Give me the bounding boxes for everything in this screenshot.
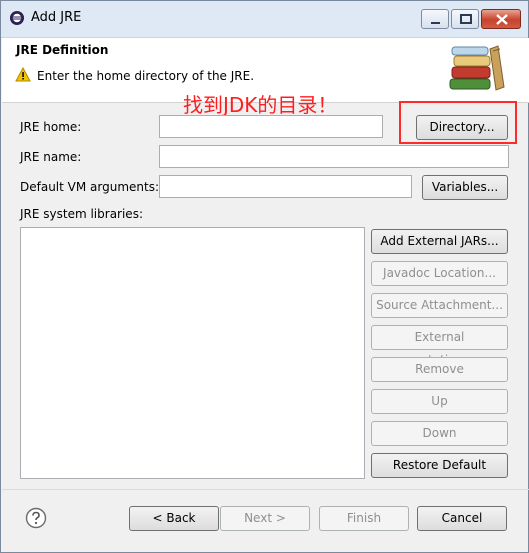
jre-home-input[interactable] [159,115,383,138]
finish-button[interactable]: Finish [319,506,409,531]
jre-name-label: JRE name: [20,150,82,164]
external-annotations-button[interactable]: External annotations... [371,325,508,367]
javadoc-location-button[interactable]: Javadoc Location... [371,261,508,286]
window-title: Add JRE [31,10,82,25]
title-bar[interactable]: Add JRE [1,1,528,38]
maximize-icon [460,14,472,24]
app-icon [10,11,24,25]
add-jre-dialog: Add JRE JRE Definition Enter the home di… [0,0,529,553]
footer-separator [2,489,529,490]
books-icon [449,45,505,91]
source-attachment-button[interactable]: Source Attachment... [371,293,508,318]
variables-button[interactable]: Variables... [422,175,508,200]
maximize-button[interactable] [451,9,479,29]
jre-name-input[interactable] [159,145,509,168]
add-external-jars-button[interactable]: Add External JARs... [371,229,508,254]
next-button[interactable]: Next > [220,506,310,531]
vm-args-label: Default VM arguments: [20,180,160,194]
minimize-button[interactable] [421,9,449,29]
remove-button[interactable]: Remove [371,357,508,382]
directory-button[interactable]: Directory... [416,115,508,140]
close-button[interactable] [481,9,521,29]
page-title: JRE Definition [16,43,109,57]
jre-home-label: JRE home: [20,120,82,134]
libraries-list[interactable] [20,227,365,479]
minimize-icon [431,22,440,24]
help-icon[interactable] [25,507,47,529]
cancel-button[interactable]: Cancel [417,506,507,531]
restore-default-button[interactable]: Restore Default [371,453,508,478]
vm-args-input[interactable] [159,175,412,198]
back-button[interactable]: < Back [129,506,219,531]
warning-icon [15,67,31,82]
down-button[interactable]: Down [371,421,508,446]
libraries-label: JRE system libraries: [20,207,143,221]
up-button[interactable]: Up [371,389,508,414]
close-icon [496,14,508,25]
annotation-text: 找到JDK的目录！ [183,93,338,117]
header-message: Enter the home directory of the JRE. [37,69,255,83]
